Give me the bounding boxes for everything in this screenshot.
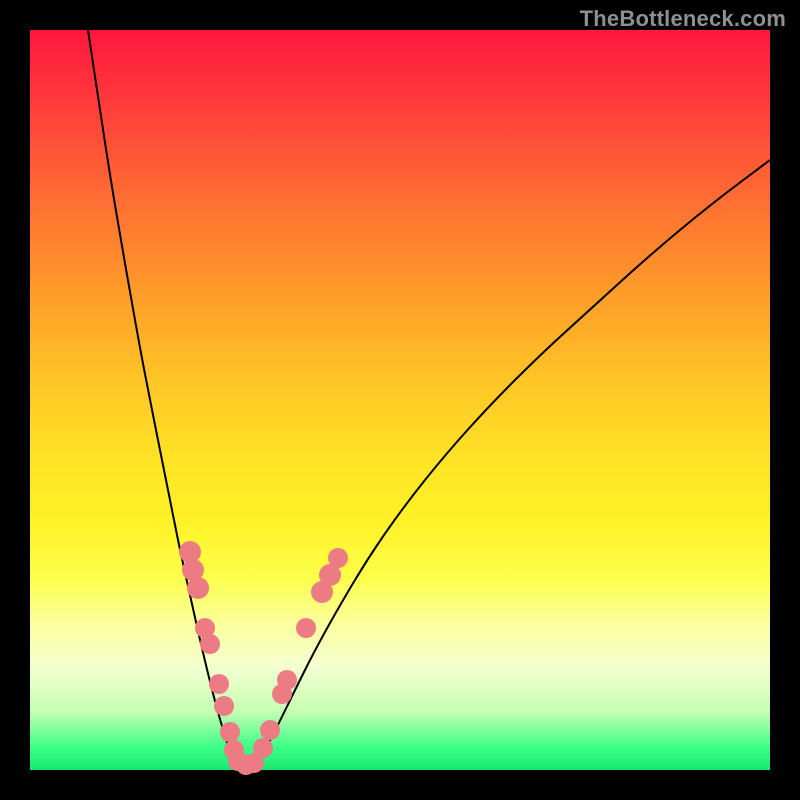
curve-bead: [277, 670, 297, 690]
chart-plot-area: [30, 30, 770, 770]
curve-bead: [220, 722, 240, 742]
curve-bead: [187, 577, 209, 599]
curve-bead: [253, 738, 273, 758]
curve-bead: [296, 618, 316, 638]
curve-bead: [328, 548, 348, 568]
watermark-text: TheBottleneck.com: [580, 6, 786, 32]
curve-bead: [200, 634, 220, 654]
curve-left-branch: [88, 30, 236, 765]
curve-bead: [209, 674, 229, 694]
curve-bead: [214, 696, 234, 716]
curve-bead: [260, 720, 280, 740]
curve-right-branch: [256, 160, 770, 765]
curve-svg: [30, 30, 770, 770]
